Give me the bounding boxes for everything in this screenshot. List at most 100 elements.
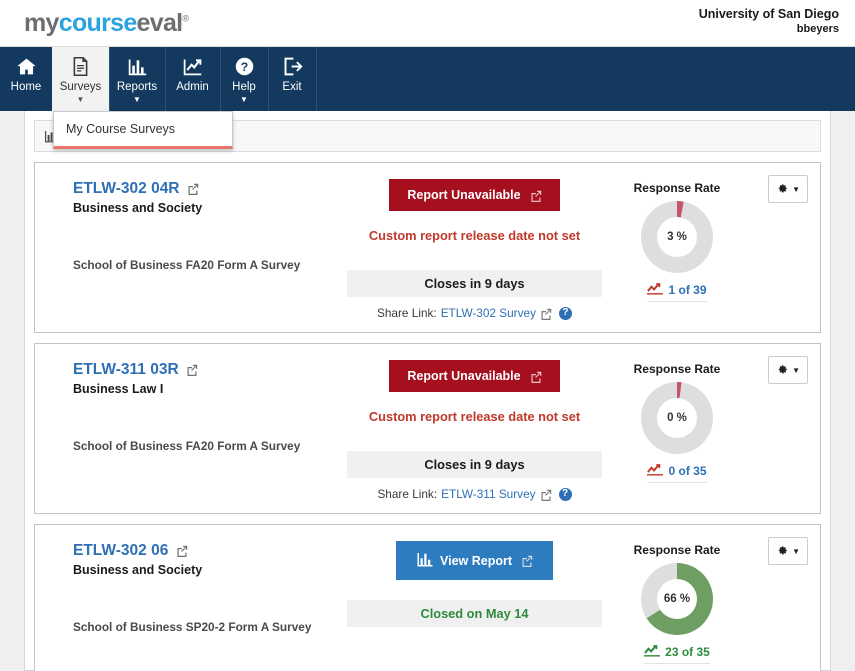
- logo-trademark: ®: [182, 13, 189, 24]
- response-rate-donut: 0 %: [641, 382, 713, 454]
- svg-text:?: ?: [240, 59, 247, 73]
- surveys-dropdown-menu: My Course Surveys: [53, 111, 233, 149]
- gear-icon: [776, 542, 788, 560]
- chevron-down-icon: ▼: [240, 95, 248, 104]
- donut-percent-label: 0 %: [657, 398, 697, 438]
- course-title: Business Law I: [73, 382, 164, 397]
- share-link[interactable]: ETLW-302 Survey: [441, 306, 536, 320]
- survey-card: ETLW-311 03R Business Law I School of Bu…: [34, 343, 821, 514]
- external-link-icon: [521, 554, 533, 568]
- report-note: Custom report release date not set: [368, 409, 581, 424]
- course-title: Business and Society: [73, 563, 203, 578]
- response-rate-block: Response Rate 66 % 23 of 35: [602, 539, 752, 664]
- report-note: Custom report release date not set: [368, 228, 581, 243]
- course-title: Business and Society: [73, 201, 203, 216]
- view-report-button[interactable]: View Report: [395, 541, 553, 580]
- response-rate-label: Response Rate: [633, 543, 721, 557]
- red-trend-icon: [647, 463, 664, 479]
- question-icon: ?: [234, 53, 255, 79]
- survey-status: Closes in 9 days: [347, 451, 602, 478]
- bar-chart-icon: [416, 550, 434, 571]
- gear-icon: [776, 361, 788, 379]
- chevron-down-icon: ▼: [76, 95, 85, 104]
- app-logo[interactable]: mycourseeval®: [24, 9, 189, 38]
- logo-eval: eval: [136, 9, 184, 37]
- survey-card: ETLW-302 04R Business and Society School…: [34, 162, 821, 333]
- nav-item-label: Surveys: [59, 81, 102, 93]
- external-link-icon: [530, 188, 542, 202]
- external-link-icon: [176, 542, 188, 560]
- course-code-link[interactable]: ETLW-311 03R: [73, 361, 198, 379]
- external-link-icon: [187, 180, 199, 198]
- green-trend-icon: [644, 644, 661, 660]
- button-label: View Report: [439, 553, 512, 568]
- share-link-label: Share Link:: [377, 306, 437, 320]
- response-rate-block: Response Rate 0 % 0 of 35: [602, 358, 752, 501]
- external-link-icon: [540, 487, 552, 501]
- share-link[interactable]: ETLW-311 Survey: [441, 487, 535, 501]
- gear-icon: [776, 180, 788, 198]
- nav-item-label: Admin: [176, 81, 209, 93]
- response-rate-block: Response Rate 3 % 1 of 39: [602, 177, 752, 320]
- response-count-link[interactable]: 1 of 39: [647, 282, 707, 302]
- response-rate-donut: 66 %: [641, 563, 713, 635]
- button-label: Report Unavailable: [407, 369, 521, 383]
- main-navigation: Home Surveys ▼ Reports ▼ Admin ? Help ▼ Exit: [0, 47, 855, 111]
- course-code-text: ETLW-302 06: [73, 542, 169, 560]
- logo-my: my: [24, 9, 59, 37]
- share-link-row: Share Link: ETLW-311 Survey ?: [347, 487, 602, 501]
- survey-card: ETLW-302 06 Business and Society School …: [34, 524, 821, 671]
- card-settings-button[interactable]: ▼: [768, 537, 808, 565]
- question-circle-icon[interactable]: ?: [558, 306, 572, 320]
- nav-item-reports[interactable]: Reports ▼: [109, 47, 165, 111]
- question-circle-icon[interactable]: ?: [558, 487, 572, 501]
- response-rate-donut: 3 %: [641, 201, 713, 273]
- nav-item-exit[interactable]: Exit: [268, 47, 316, 111]
- content-panel: ETLW-302 04R Business and Society School…: [24, 111, 831, 671]
- survey-status: Closed on May 14: [347, 600, 602, 627]
- menu-item-my-course-surveys[interactable]: My Course Surveys: [54, 112, 232, 146]
- report-unavailable-button[interactable]: Report Unavailable: [389, 179, 560, 211]
- chevron-down-icon: ▼: [792, 546, 800, 556]
- account-info: University of San Diego bbeyers: [699, 7, 839, 36]
- survey-form-name: School of Business SP20-2 Form A Survey: [73, 620, 312, 635]
- report-actions: Report Unavailable Custom report release…: [347, 358, 602, 501]
- top-header: mycourseeval® University of San Diego bb…: [0, 0, 855, 47]
- course-info: ETLW-302 06 Business and Society School …: [47, 539, 347, 664]
- course-info: ETLW-311 03R Business Law I School of Bu…: [47, 358, 347, 501]
- response-count-text: 0 of 35: [668, 464, 707, 478]
- report-unavailable-button[interactable]: Report Unavailable: [389, 360, 560, 392]
- logo-course: course: [58, 9, 137, 37]
- report-actions: Report Unavailable Custom report release…: [347, 177, 602, 320]
- chevron-down-icon: ▼: [792, 184, 800, 194]
- response-count-link[interactable]: 23 of 35: [644, 644, 710, 664]
- button-label: Report Unavailable: [407, 188, 521, 202]
- nav-item-label: Exit: [282, 81, 302, 93]
- share-link-row: Share Link: ETLW-302 Survey ?: [347, 306, 602, 320]
- survey-status: Closes in 9 days: [347, 270, 602, 297]
- course-code-text: ETLW-311 03R: [73, 361, 179, 379]
- response-count-text: 23 of 35: [665, 645, 710, 659]
- nav-item-help[interactable]: ? Help ▼: [220, 47, 268, 111]
- chevron-down-icon: ▼: [133, 95, 141, 104]
- nav-item-label: Home: [10, 81, 42, 93]
- response-count-text: 1 of 39: [668, 283, 707, 297]
- trend-line-icon: [182, 53, 203, 79]
- chevron-down-icon: ▼: [792, 365, 800, 375]
- document-icon: [70, 53, 91, 79]
- nav-item-surveys[interactable]: Surveys ▼: [52, 47, 109, 111]
- course-code-link[interactable]: ETLW-302 06: [73, 542, 188, 560]
- red-trend-icon: [647, 282, 664, 298]
- donut-percent-label: 66 %: [657, 579, 697, 619]
- donut-percent-label: 3 %: [657, 217, 697, 257]
- card-settings-button[interactable]: ▼: [768, 175, 808, 203]
- response-count-link[interactable]: 0 of 35: [647, 463, 707, 483]
- nav-item-home[interactable]: Home: [0, 47, 52, 111]
- response-rate-label: Response Rate: [633, 181, 721, 195]
- app-root: mycourseeval® University of San Diego bb…: [0, 0, 855, 671]
- nav-item-admin[interactable]: Admin: [165, 47, 220, 111]
- nav-item-label: Reports: [116, 81, 158, 93]
- course-code-link[interactable]: ETLW-302 04R: [73, 180, 199, 198]
- report-actions: View Report Closed on May 14: [347, 539, 602, 664]
- card-settings-button[interactable]: ▼: [768, 356, 808, 384]
